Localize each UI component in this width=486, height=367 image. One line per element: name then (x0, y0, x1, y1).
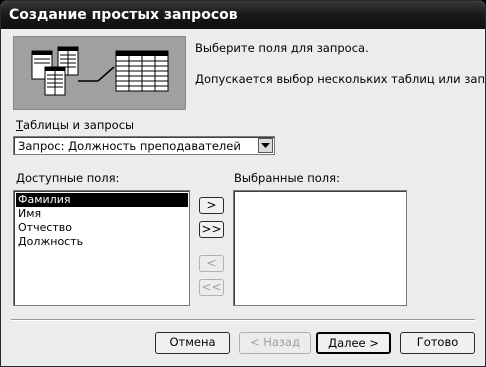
available-fields-label: Доступные поля: (16, 171, 119, 185)
tables-to-query-icon (31, 46, 169, 96)
tables-select-value: Запрос: Должность преподавателей (18, 139, 241, 153)
tables-label: Таблицы и запросы (16, 118, 134, 132)
remove-all-fields-button[interactable]: << (199, 279, 224, 296)
tables-label-accel: Т (16, 118, 24, 132)
chevron-down-icon (261, 143, 270, 148)
title-bar[interactable]: Создание простых запросов (1, 1, 485, 29)
dropdown-button[interactable] (258, 138, 273, 153)
selected-fields-label: Выбранные поля: (234, 171, 340, 185)
instruction-text: Выберите поля для запроса. (195, 41, 369, 55)
dialog-window: Создание простых запросов Выберите поля … (0, 0, 486, 367)
field-item-familiya[interactable]: Фамилия (16, 193, 188, 207)
wizard-illustration (13, 36, 186, 110)
tables-queries-select[interactable]: Запрос: Должность преподавателей (13, 136, 275, 155)
selected-fields-list[interactable] (233, 190, 407, 306)
add-all-fields-button[interactable]: >> (199, 221, 224, 238)
hint-text: Допускается выбор нескольких таблиц или … (195, 72, 485, 86)
finish-button[interactable]: Готово (400, 332, 475, 354)
available-fields-list[interactable]: Фамилия Имя Отчество Должность (13, 190, 190, 306)
footer-divider (11, 319, 475, 321)
window-title: Создание простых запросов (9, 7, 238, 23)
tables-label-rest: аблицы и запросы (23, 118, 135, 132)
add-field-button[interactable]: > (199, 197, 224, 214)
field-item-imya[interactable]: Имя (16, 207, 41, 221)
field-item-dolzhnost[interactable]: Должность (16, 235, 83, 249)
cancel-button[interactable]: Отмена (155, 332, 230, 354)
available-label-accel: Д (16, 171, 25, 185)
remove-field-button[interactable]: < (199, 255, 224, 272)
available-label-rest: оступные поля: (24, 171, 120, 185)
field-item-otchestvo[interactable]: Отчество (16, 221, 72, 235)
back-button[interactable]: < Назад (239, 332, 311, 354)
next-button[interactable]: Далее > (316, 332, 391, 354)
